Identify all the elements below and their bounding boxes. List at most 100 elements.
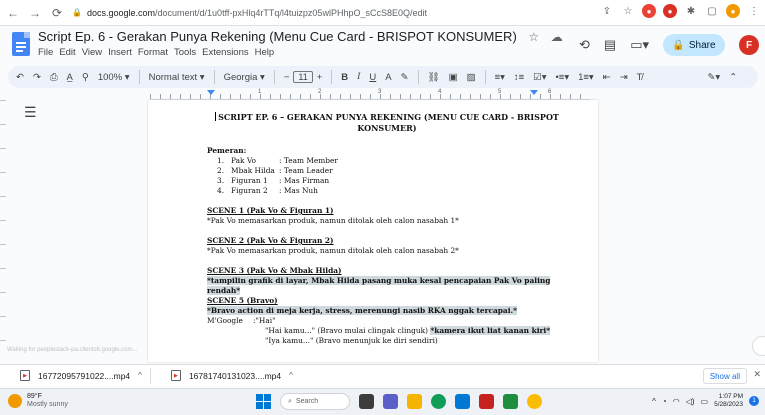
app-icon[interactable] (503, 394, 518, 409)
weather-widget[interactable]: 89°F Mostly sunny (8, 393, 68, 409)
windows-start-icon[interactable] (256, 394, 271, 409)
app-icon[interactable] (479, 394, 494, 409)
edge-icon[interactable] (431, 394, 446, 409)
increase-size-icon[interactable]: + (317, 72, 323, 83)
docs-header: Script Ep. 6 - Gerakan Punya Rekening (M… (0, 26, 765, 64)
extension-icon[interactable]: ● (663, 4, 677, 18)
undo-icon[interactable]: ↶ (16, 72, 24, 83)
collapse-toolbar-icon[interactable]: ⌃ (729, 72, 737, 83)
menu-edit[interactable]: Edit (59, 47, 75, 58)
chrome-icon[interactable] (527, 394, 542, 409)
indent-increase-icon[interactable]: ⇥ (620, 72, 628, 83)
font-size-stepper[interactable]: − 11 + (284, 71, 322, 83)
reload-icon[interactable]: ⟳ (48, 4, 66, 22)
bold-button[interactable]: B (341, 72, 348, 83)
zoom-select[interactable]: 100% ▾ (98, 72, 130, 83)
font-select[interactable]: Georgia ▾ (224, 72, 265, 83)
print-icon[interactable]: ⎙ (50, 72, 58, 83)
volume-icon[interactable]: ◁) (686, 397, 695, 406)
address-bar[interactable]: 🔒 docs.google.com /document/d/1u0tff-pxH… (72, 4, 492, 22)
vertical-ruler (0, 100, 6, 350)
explore-button[interactable] (752, 336, 765, 356)
document-body[interactable]: SCRIPT EP. 6 – GERAKAN PUNYA REKENING (M… (207, 112, 567, 346)
header-actions: ⟲ ▤ ▭▾ 🔒 Share F (579, 34, 759, 56)
download-item[interactable]: ▶ 16781740131023....mp4 ^ (170, 370, 293, 381)
forward-icon[interactable]: → (26, 4, 44, 22)
checklist-icon[interactable]: ☑▾ (533, 72, 546, 83)
clock[interactable]: 1:07 PM 5/28/2023 (714, 393, 743, 409)
download-item[interactable]: ▶ 16772095791022....mp4 ^ (20, 370, 142, 381)
notification-badge[interactable]: 1 (749, 396, 759, 406)
chevron-up-icon[interactable]: ^ (138, 371, 142, 380)
document-page[interactable]: SCRIPT EP. 6 – GERAKAN PUNYA REKENING (M… (148, 100, 598, 362)
indent-decrease-icon[interactable]: ⇤ (603, 72, 611, 83)
close-icon[interactable]: ✕ (753, 369, 761, 380)
share-button[interactable]: 🔒 Share (663, 34, 725, 56)
file-explorer-icon[interactable] (407, 394, 422, 409)
list-number: 2. (217, 166, 225, 175)
comments-icon[interactable]: ▤ (604, 37, 616, 53)
profile-icon[interactable]: ● (726, 4, 740, 18)
dialog-line: M'Google :"Hai" (207, 316, 567, 326)
horizontal-ruler[interactable]: 1 2 3 4 5 6 (150, 89, 590, 100)
menu-tools[interactable]: Tools (174, 47, 196, 58)
history-icon[interactable]: ⟲ (579, 37, 590, 53)
wifi-icon[interactable]: ◠ (673, 397, 680, 406)
italic-button[interactable]: I (357, 72, 360, 82)
clear-formatting-icon[interactable]: T̸ (637, 72, 643, 83)
extension-icon[interactable]: ● (642, 4, 656, 18)
back-icon[interactable]: ← (4, 4, 22, 22)
chevron-up-icon[interactable]: ^ (652, 397, 656, 406)
highlighted-text: *tampilin grafik di layar, Mbak Hilda pa… (207, 276, 551, 295)
star-icon[interactable]: ☆ (528, 30, 539, 44)
divider (484, 70, 486, 84)
left-indent-marker[interactable] (207, 90, 215, 95)
bookmark-star-icon[interactable]: ☆ (621, 4, 635, 18)
numbered-list-icon[interactable]: 1≡▾ (578, 72, 594, 83)
meet-icon[interactable]: ▭▾ (630, 37, 649, 53)
line-spacing-icon[interactable]: ↕≡ (514, 72, 524, 83)
spellcheck-icon[interactable]: A̲ (67, 72, 73, 83)
redo-icon[interactable]: ↷ (33, 72, 41, 83)
decrease-size-icon[interactable]: − (284, 72, 290, 83)
puzzle-icon[interactable]: ✱ (684, 4, 698, 18)
show-all-button[interactable]: Show all (702, 368, 747, 384)
highlight-icon[interactable]: ✎ (401, 72, 409, 83)
editing-mode-icon[interactable]: ✎▾ (707, 72, 720, 83)
underline-button[interactable]: U (369, 72, 376, 83)
kebab-menu-icon[interactable]: ⋮ (747, 4, 761, 18)
menu-format[interactable]: Format (138, 47, 168, 58)
link-icon[interactable]: ⛓ (428, 72, 440, 83)
menu-help[interactable]: Help (255, 47, 275, 58)
docs-logo-icon[interactable] (12, 32, 30, 56)
clock-time: 1:07 PM (718, 393, 743, 400)
paint-format-icon[interactable]: ⚲ (82, 72, 89, 83)
chat-icon[interactable] (383, 394, 398, 409)
taskbar-search[interactable]: ⌕ Search (280, 393, 350, 410)
cloud-status-icon[interactable]: ☁ (551, 30, 563, 44)
menu-file[interactable]: File (38, 47, 53, 58)
text-color-button[interactable]: A (385, 72, 391, 83)
chevron-up-icon[interactable]: ^ (289, 371, 293, 380)
comment-icon[interactable]: ▣ (449, 72, 458, 83)
right-indent-marker[interactable] (530, 90, 538, 95)
image-icon[interactable]: ▨ (467, 72, 476, 83)
menu-insert[interactable]: Insert (108, 47, 132, 58)
style-select[interactable]: Normal text ▾ (149, 72, 205, 83)
align-icon[interactable]: ≡▾ (495, 72, 505, 83)
store-icon[interactable] (455, 394, 470, 409)
font-size-input[interactable]: 11 (293, 71, 313, 83)
menu-view[interactable]: View (82, 47, 102, 58)
avatar[interactable]: F (739, 35, 759, 55)
task-view-icon[interactable] (359, 394, 374, 409)
bulleted-list-icon[interactable]: •≡▾ (555, 72, 569, 83)
document-title[interactable]: Script Ep. 6 - Gerakan Punya Rekening (M… (38, 29, 563, 44)
network-icon[interactable]: ◔ (662, 397, 667, 406)
document-title-text[interactable]: Script Ep. 6 - Gerakan Punya Rekening (M… (38, 29, 517, 44)
sidebar-icon[interactable]: ▢ (705, 4, 719, 18)
menu-extensions[interactable]: Extensions (202, 47, 248, 58)
document-outline-icon[interactable]: ☰ (24, 104, 37, 121)
battery-icon[interactable]: ▭ (701, 397, 709, 406)
share-page-icon[interactable]: ⇪ (600, 4, 614, 18)
ruler-number: 3 (378, 89, 382, 95)
